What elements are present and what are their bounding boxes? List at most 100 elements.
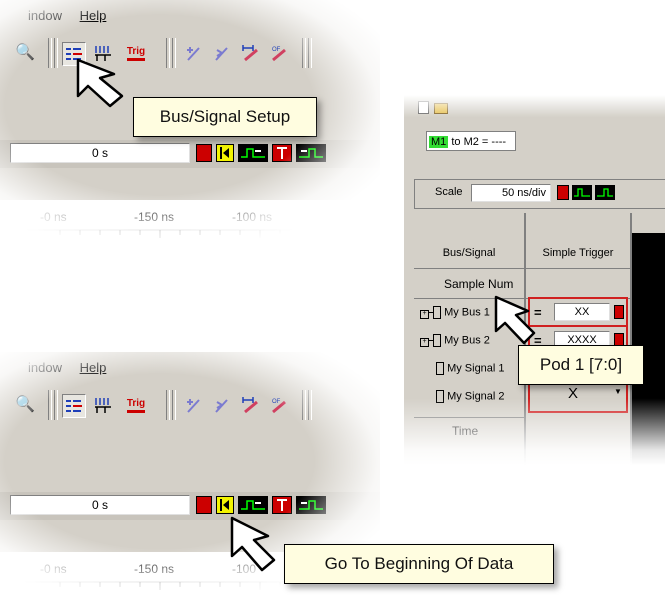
trigger-value-my-signal-2[interactable]: X ▼ xyxy=(528,383,628,409)
trigger-icon xyxy=(277,499,287,511)
go-to-beginning-button[interactable] xyxy=(216,144,234,162)
ruler-ticks xyxy=(0,229,300,238)
measure-button[interactable] xyxy=(240,42,262,64)
toolbar-separator xyxy=(308,38,312,68)
open-folder-icon[interactable] xyxy=(434,103,448,114)
measure-button[interactable] xyxy=(240,394,262,416)
offset-button[interactable]: OF xyxy=(268,394,290,416)
expand-icon[interactable]: + xyxy=(420,310,429,320)
scale-field[interactable]: 50 ns/div xyxy=(471,184,551,202)
menu-window[interactable]: indow xyxy=(28,8,62,23)
previous-edge-icon xyxy=(241,500,265,510)
stop-button[interactable] xyxy=(614,305,624,319)
menu-help[interactable]: Help xyxy=(80,8,107,23)
toolbar-separator xyxy=(172,390,176,420)
trigger-marker-button[interactable] xyxy=(272,144,292,162)
previous-edge-button[interactable] xyxy=(572,185,592,200)
marker-add-button[interactable] xyxy=(184,394,206,416)
file-toolbar xyxy=(404,95,665,119)
search-icon[interactable]: 🔍 xyxy=(14,41,36,63)
stop-button[interactable] xyxy=(196,496,212,514)
offset-icon: OF xyxy=(272,47,286,62)
right-screenshot-panel: M1 to M2 = ---- Scale 50 ns/div Bus/Sign… xyxy=(404,95,665,465)
marker-to: to xyxy=(451,136,461,148)
trigger-value-field[interactable]: XX xyxy=(554,303,610,321)
toolbar-separator xyxy=(172,38,176,68)
marker-next-button[interactable] xyxy=(212,42,234,64)
signal-icon xyxy=(436,390,444,403)
bus-name: My Bus 2 xyxy=(444,334,490,347)
bus-icon xyxy=(433,306,441,319)
top-screenshot-panel: indow Help 🔍 Trig OF 0 s -0 ns -150 ns -… xyxy=(0,0,380,250)
callout-go-to-beginning: Go To Beginning Of Data xyxy=(284,544,554,584)
callout-bus-signal-setup: Bus/Signal Setup xyxy=(133,97,317,137)
marker-add-button[interactable] xyxy=(184,42,206,64)
trigger-marker-button[interactable] xyxy=(272,496,292,514)
time-field[interactable]: 0 s xyxy=(10,143,190,163)
toolbar-separator xyxy=(54,38,58,68)
signal-row-my-signal-1[interactable]: My Signal 1 xyxy=(414,355,524,381)
marker-add-icon xyxy=(187,47,200,61)
scale-row: Scale 50 ns/div xyxy=(414,179,665,209)
stop-button[interactable] xyxy=(196,144,212,162)
go-to-beginning-button[interactable] xyxy=(216,496,234,514)
offset-icon: OF xyxy=(272,399,286,414)
chevron-down-icon[interactable]: ▼ xyxy=(614,387,622,396)
previous-edge-icon xyxy=(241,148,265,158)
menu-help[interactable]: Help xyxy=(80,360,107,375)
menu-bar: indow Help xyxy=(28,360,120,375)
trigger-icon xyxy=(277,147,287,159)
marker-m1: M1 xyxy=(429,136,449,148)
previous-edge-button[interactable] xyxy=(238,144,268,162)
time-label: Time xyxy=(414,417,524,443)
marker-next-button[interactable] xyxy=(212,394,234,416)
previous-edge-button[interactable] xyxy=(238,496,268,514)
new-file-icon[interactable] xyxy=(418,101,429,114)
ruler-tick-label: -150 ns xyxy=(134,562,175,576)
svg-text:OF: OF xyxy=(272,47,281,53)
marker-add-icon xyxy=(187,399,200,413)
toolbar-separator xyxy=(302,390,306,420)
time-row: 0 s xyxy=(0,492,380,520)
signal-icon xyxy=(436,362,444,375)
go-to-beginning-icon xyxy=(220,147,229,159)
toolbar: 🔍 Trig OF xyxy=(0,384,380,424)
measure-icon xyxy=(242,45,258,62)
bus-name: My Bus 1 xyxy=(444,306,490,319)
edges-button[interactable] xyxy=(92,394,114,416)
time-row: 0 s xyxy=(0,140,380,168)
next-edge-button[interactable] xyxy=(296,144,326,162)
marker-measurement[interactable]: M1 to M2 = ---- xyxy=(426,131,516,151)
trig-button[interactable]: Trig xyxy=(121,394,151,416)
bus-icon xyxy=(433,334,441,347)
toolbar-separator xyxy=(166,38,170,68)
expand-icon[interactable]: + xyxy=(420,338,429,348)
next-edge-button[interactable] xyxy=(595,185,615,200)
menu-window[interactable]: indow xyxy=(28,360,62,375)
arrow-cursor-icon xyxy=(76,58,124,108)
bus-signal-setup-icon xyxy=(66,400,82,412)
column-header-bus-signal[interactable]: Bus/Signal xyxy=(414,213,524,269)
callout-pod: Pod 1 [7:0] xyxy=(518,345,644,385)
column-header-simple-trigger[interactable]: Simple Trigger xyxy=(526,213,630,269)
signal-row-my-signal-2[interactable]: My Signal 2 xyxy=(414,383,524,409)
toolbar-separator xyxy=(48,390,52,420)
time-field[interactable]: 0 s xyxy=(10,495,190,515)
previous-edge-icon xyxy=(574,188,590,197)
toolbar-separator xyxy=(166,390,170,420)
next-edge-button[interactable] xyxy=(296,496,326,514)
svg-text:OF: OF xyxy=(272,399,281,405)
stop-button[interactable] xyxy=(557,185,569,200)
marker-m2: M2 = ---- xyxy=(463,136,507,148)
signal-name: My Signal 1 xyxy=(447,362,505,375)
signal-name: My Signal 2 xyxy=(447,390,505,403)
ruler-tick-label: -0 ns xyxy=(40,562,67,576)
bus-signal-setup-button[interactable] xyxy=(62,394,86,418)
time-ruler: -0 ns -150 ns -100 ns xyxy=(0,200,380,250)
toolbar-separator xyxy=(308,390,312,420)
offset-button[interactable]: OF xyxy=(268,42,290,64)
next-edge-icon xyxy=(299,148,323,158)
search-icon[interactable]: 🔍 xyxy=(14,393,36,415)
ruler-tick-label: -100 ns xyxy=(232,210,273,224)
scale-label: Scale xyxy=(435,186,463,198)
